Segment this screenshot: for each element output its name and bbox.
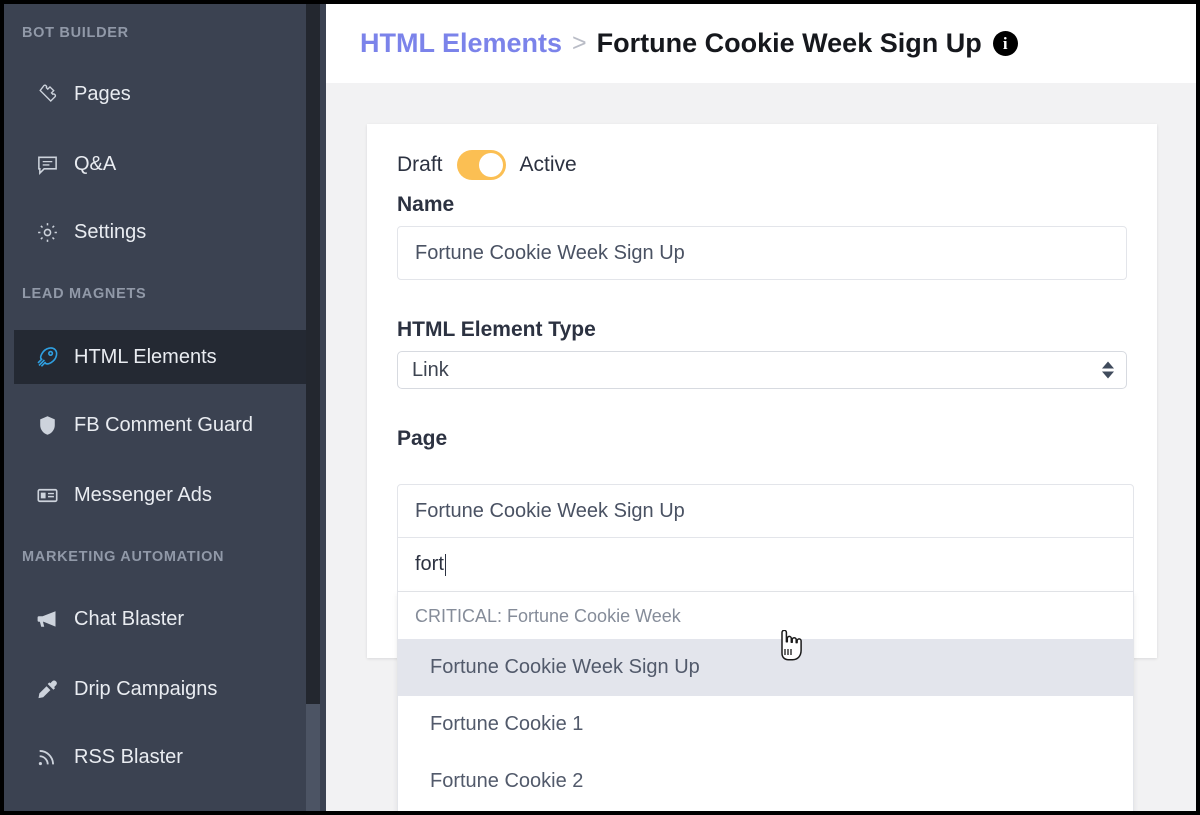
gear-icon xyxy=(32,220,62,244)
sidebar-item-label: Pages xyxy=(74,82,131,105)
sidebar-item-label: RSS Blaster xyxy=(74,745,183,768)
sidebar-item-settings[interactable]: Settings xyxy=(4,205,326,259)
status-toggle-row: Draft Active xyxy=(397,150,1127,180)
puzzle-icon xyxy=(32,82,62,106)
element-type-select-wrapper: Link xyxy=(397,351,1127,389)
page-field-label: Page xyxy=(397,427,448,450)
dropdown-option[interactable]: Fortune Cookie 1 xyxy=(398,696,1133,753)
sidebar-scrollbar-thumb[interactable] xyxy=(306,704,320,811)
text-caret xyxy=(444,553,447,576)
dropdown-option[interactable]: Fortune Cookie 2 xyxy=(398,753,1133,810)
eyedropper-icon xyxy=(32,677,62,701)
sidebar-item-fb-comment-guard[interactable]: FB Comment Guard xyxy=(4,398,326,452)
name-field-label: Name xyxy=(397,193,455,216)
element-type-select[interactable]: Link xyxy=(397,351,1127,389)
info-icon[interactable]: i xyxy=(992,31,1018,56)
page-search-text: fort xyxy=(415,553,444,575)
sidebar-item-label: Drip Campaigns xyxy=(74,677,218,700)
element-type-label: HTML Element Type xyxy=(397,318,596,341)
sidebar-item-label: Settings xyxy=(74,220,147,243)
sidebar-section-marketing-automation: MARKETING AUTOMATION xyxy=(22,549,225,565)
breadcrumb: HTML Elements > Fortune Cookie Week Sign… xyxy=(360,28,1018,59)
sidebar-item-chat-blaster[interactable]: Chat Blaster xyxy=(4,592,326,646)
sidebar-item-pages[interactable]: Pages xyxy=(4,67,326,121)
sidebar-item-qa[interactable]: Q&A xyxy=(4,137,326,191)
sidebar-item-label: Chat Blaster xyxy=(74,607,185,630)
sidebar-item-messenger-ads[interactable]: Messenger Ads xyxy=(4,468,326,522)
page-dropdown-list: CRITICAL: Fortune Cookie Week Fortune Co… xyxy=(397,592,1134,811)
sidebar-item-label: Q&A xyxy=(74,152,117,175)
page-header: HTML Elements > Fortune Cookie Week Sign… xyxy=(326,4,1196,83)
sidebar-section-lead-magnets: LEAD MAGNETS xyxy=(22,286,147,302)
sidebar-section-bot-builder: BOT BUILDER xyxy=(22,25,129,41)
toggle-knob xyxy=(478,153,503,177)
dropdown-option[interactable]: Fortune Cookie Week Sign Up xyxy=(398,639,1133,696)
megaphone-icon xyxy=(32,607,62,631)
page-search-input[interactable]: fort xyxy=(397,538,1134,592)
toggle-label-draft: Draft xyxy=(397,153,443,176)
rocket-icon xyxy=(32,345,62,369)
sidebar-item-label: Messenger Ads xyxy=(74,483,212,506)
name-input[interactable] xyxy=(397,226,1127,280)
breadcrumb-link-html-elements[interactable]: HTML Elements xyxy=(360,28,562,59)
page-title: Fortune Cookie Week Sign Up xyxy=(596,28,982,58)
sidebar-item-drip-campaigns[interactable]: Drip Campaigns xyxy=(4,662,326,716)
breadcrumb-separator: > xyxy=(572,29,587,57)
toggle-label-active: Active xyxy=(519,153,577,176)
page-selected-value[interactable]: Fortune Cookie Week Sign Up xyxy=(397,484,1134,538)
rss-icon xyxy=(32,745,62,769)
sidebar-item-label: HTML Elements xyxy=(74,345,217,368)
dropdown-group-label: CRITICAL: Fortune Cookie Week xyxy=(415,606,681,626)
sidebar: BOT BUILDER Pages Q&A Settings LEAD MAGN… xyxy=(4,4,326,811)
sidebar-item-html-elements[interactable]: HTML Elements xyxy=(14,330,318,384)
app-window: BOT BUILDER Pages Q&A Settings LEAD MAGN… xyxy=(0,0,1200,815)
sidebar-item-label: FB Comment Guard xyxy=(74,413,253,436)
page-autocomplete: Fortune Cookie Week Sign Up fort CRITICA… xyxy=(397,484,1134,811)
id-card-icon xyxy=(32,483,62,507)
sidebar-item-rss-blaster[interactable]: RSS Blaster xyxy=(4,730,326,784)
sidebar-scrollbar-track[interactable] xyxy=(306,4,320,811)
chat-bubble-icon xyxy=(32,152,62,176)
shield-icon xyxy=(32,413,62,437)
status-toggle[interactable] xyxy=(456,150,506,180)
